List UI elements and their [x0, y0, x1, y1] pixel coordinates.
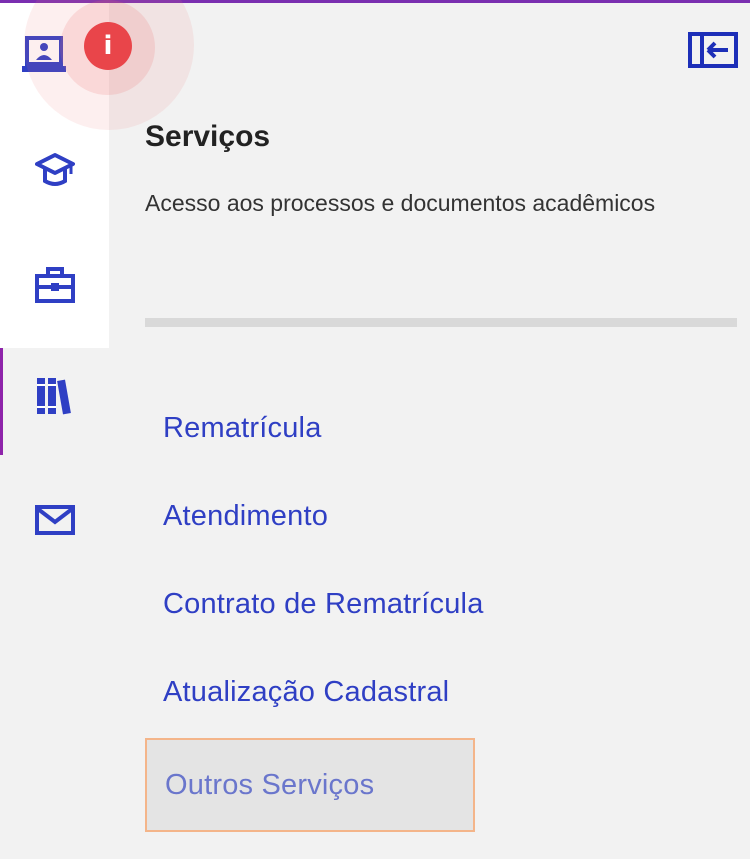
menu-item-atendimento[interactable]: Atendimento	[145, 472, 475, 560]
info-icon: i	[103, 31, 113, 61]
graduation-cap-icon	[34, 150, 75, 190]
menu-item-contrato-de-rematricula[interactable]: Contrato de Rematrícula	[145, 560, 615, 648]
rail-item-library[interactable]	[0, 348, 109, 455]
menu-item-atualizacao-cadastral[interactable]: Atualização Cadastral	[145, 648, 575, 736]
collapse-panel-button[interactable]	[688, 32, 738, 68]
panel-title: Serviços	[145, 120, 271, 153]
menu-item-rematricula[interactable]: Rematrícula	[145, 384, 475, 472]
briefcase-icon	[34, 266, 75, 304]
active-indicator	[0, 348, 3, 455]
rail-item-academic[interactable]	[0, 135, 109, 205]
rail-item-messages[interactable]	[0, 485, 109, 555]
notification-badge[interactable]: i	[84, 22, 132, 70]
panel-description: Acesso aos processos e documentos acadêm…	[145, 190, 656, 216]
menu-item-outros-servicos[interactable]: Outros Serviços	[145, 738, 475, 832]
collapse-left-icon	[688, 32, 738, 72]
rail-item-work[interactable]	[0, 250, 109, 320]
books-icon	[34, 375, 76, 417]
panel-divider	[145, 318, 737, 327]
envelope-icon	[34, 504, 75, 536]
